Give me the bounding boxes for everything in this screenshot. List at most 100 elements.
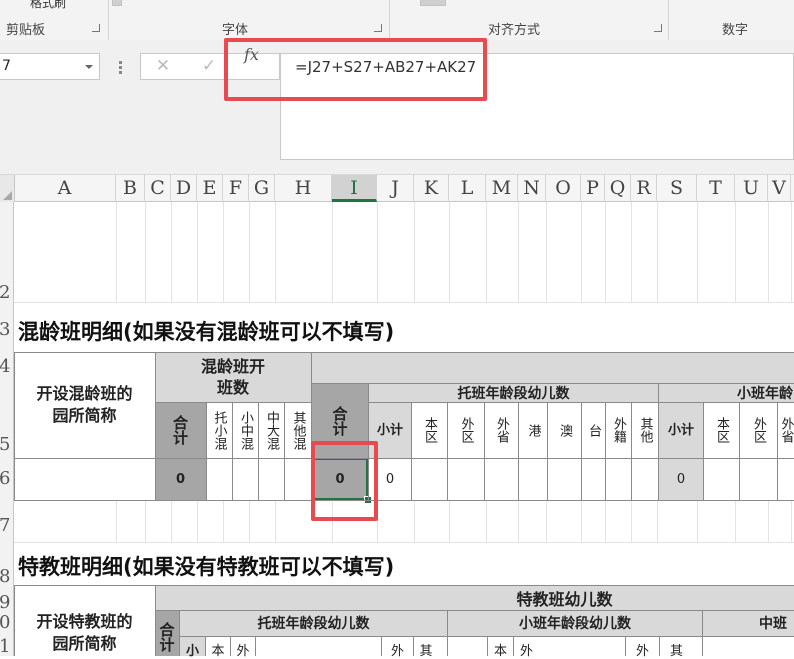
- grid-line: [703, 402, 704, 500]
- mixed-total-header[interactable]: 合计: [155, 402, 206, 458]
- column-header-h[interactable]: H: [275, 175, 332, 202]
- font-launcher-icon[interactable]: [374, 24, 382, 32]
- row-header-8[interactable]: 8: [0, 566, 10, 587]
- column-header-k[interactable]: K: [414, 175, 449, 202]
- column-header-b[interactable]: B: [116, 175, 145, 202]
- cancel-icon[interactable]: ✕: [151, 54, 175, 79]
- row-header-7[interactable]: 7: [0, 515, 10, 536]
- section2-tuoban-header[interactable]: 托班年龄段幼儿数: [180, 610, 447, 636]
- column-header-s[interactable]: S: [657, 175, 697, 202]
- column-header-j[interactable]: J: [377, 175, 414, 202]
- highlight-formula-box: [224, 38, 487, 101]
- row-header-5[interactable]: 5: [0, 434, 10, 455]
- xiaoban-group-header[interactable]: 小班年龄: [659, 383, 794, 402]
- column-header-r[interactable]: R: [631, 175, 657, 202]
- column-header-c[interactable]: C: [145, 175, 171, 202]
- tuoban-sub-header[interactable]: 其他: [632, 402, 658, 458]
- mixed-total-cell[interactable]: 0: [155, 458, 206, 500]
- alignment-launcher-icon[interactable]: [654, 24, 662, 32]
- column-header-m[interactable]: M: [486, 175, 518, 202]
- drag-handle-icon[interactable]: [119, 61, 122, 76]
- section2-sub-header[interactable]: 外: [382, 636, 413, 659]
- mixed-group-header[interactable]: 混龄班开班数: [155, 352, 311, 402]
- ribbon-button-fragment[interactable]: [112, 0, 122, 6]
- tuoban-sub-header[interactable]: 台: [582, 402, 605, 458]
- xiaoban-sub-header[interactable]: 外省: [778, 402, 794, 458]
- tuoban-sub-header[interactable]: 澳: [548, 402, 581, 458]
- section2-zhongban-header[interactable]: 中班: [703, 610, 794, 636]
- enter-icon[interactable]: ✓: [197, 54, 221, 79]
- tuoban-sub-header[interactable]: 外区: [448, 402, 484, 458]
- ribbon-button-fragment[interactable]: [420, 0, 446, 6]
- xiaoban-sub-header[interactable]: 小计: [659, 402, 703, 458]
- row-header-4[interactable]: 4: [0, 356, 10, 377]
- row-header-10[interactable]: 0: [0, 612, 10, 633]
- column-header-q[interactable]: Q: [605, 175, 631, 202]
- select-all-icon[interactable]: [0, 175, 15, 202]
- section2-sub-header[interactable]: 外: [514, 636, 539, 659]
- ribbon-separator: [389, 0, 390, 40]
- section2-sub-header[interactable]: 外: [626, 636, 659, 659]
- grid-line: [777, 402, 778, 500]
- xiaoban-subtotal-cell[interactable]: 0: [659, 458, 703, 500]
- mixed-sub-header[interactable]: 中大混: [259, 402, 284, 458]
- section2-total-header[interactable]: 合计: [155, 610, 179, 656]
- section2-sub-header[interactable]: 本: [206, 636, 230, 659]
- section2-sub-header[interactable]: 其: [660, 636, 693, 659]
- ribbon: 格式刷 剪贴板 字体 对齐方式 数字: [0, 0, 794, 41]
- row-header-3[interactable]: 3: [0, 319, 10, 340]
- column-header-n[interactable]: N: [518, 175, 546, 202]
- column-header-t[interactable]: T: [697, 175, 735, 202]
- column-header-p[interactable]: P: [581, 175, 605, 202]
- column-header-o[interactable]: O: [546, 175, 581, 202]
- name-box[interactable]: 7: [0, 53, 100, 80]
- column-header-i[interactable]: I: [332, 175, 377, 202]
- section2-sub-header[interactable]: 其: [414, 636, 438, 659]
- row-header-9[interactable]: 9: [0, 592, 10, 613]
- grid-line: [447, 402, 448, 500]
- mixed-sub-header[interactable]: 其他混: [285, 402, 311, 458]
- xiaoban-sub-header[interactable]: 本区: [704, 402, 739, 458]
- section1-header-left[interactable]: 开设混龄班的园所简称: [14, 352, 155, 458]
- clipboard-launcher-icon[interactable]: [92, 24, 100, 32]
- group-label-alignment: 对齐方式: [488, 23, 541, 38]
- mixed-sub-header[interactable]: 托小混: [206, 402, 232, 458]
- section2-sub-header[interactable]: 外: [231, 636, 255, 659]
- column-header-u[interactable]: U: [735, 175, 768, 202]
- tuoban-sub-header[interactable]: 外省: [485, 402, 518, 458]
- grid-line: [487, 636, 488, 656]
- group-label-font: 字体: [222, 23, 249, 38]
- mixed-sub-header[interactable]: 小中混: [233, 402, 258, 458]
- column-header-a[interactable]: A: [14, 175, 116, 202]
- column-header-f[interactable]: F: [223, 175, 249, 202]
- grid-line: [155, 352, 156, 500]
- column-header-d[interactable]: D: [171, 175, 197, 202]
- column-header-e[interactable]: E: [197, 175, 223, 202]
- row-header-2[interactable]: 2: [0, 282, 10, 303]
- grid-line: [605, 500, 606, 542]
- tuoban-group-header[interactable]: 托班年龄段幼儿数: [369, 383, 658, 402]
- format-painter-label[interactable]: 格式刷: [30, 0, 66, 11]
- section2-xiaoban-header[interactable]: 小班年龄段幼儿数: [448, 610, 702, 636]
- column-header-g[interactable]: G: [249, 175, 275, 202]
- grid-line: [232, 402, 233, 500]
- chevron-down-icon[interactable]: [85, 65, 93, 69]
- section2-sub-header[interactable]: 小: [180, 636, 205, 659]
- worksheet-grid[interactable]: 混龄班明细(如果没有混龄班可以不填写) 开设混龄班的园所简称 混龄班开班数 合计…: [14, 202, 794, 659]
- grid-line: [697, 500, 698, 542]
- tuoban-sub-header[interactable]: 外籍: [606, 402, 631, 458]
- xiaoban-sub-header[interactable]: 外区: [740, 402, 777, 458]
- grid-line: [449, 202, 450, 302]
- column-header-l[interactable]: L: [449, 175, 486, 202]
- row-header-11[interactable]: 1: [0, 636, 10, 657]
- grid-line: [255, 636, 256, 656]
- grid-line: [205, 636, 206, 656]
- section2-header-left[interactable]: 开设特教班的园所简称: [14, 585, 155, 656]
- section2-top-header[interactable]: 特教班幼儿数: [155, 585, 794, 610]
- row-header-6[interactable]: 6: [0, 468, 10, 489]
- tuoban-sub-header[interactable]: 本区: [412, 402, 447, 458]
- grid-line: [14, 352, 15, 500]
- column-header-v[interactable]: V: [768, 175, 791, 202]
- section2-sub-header[interactable]: 本: [488, 636, 513, 659]
- tuoban-sub-header[interactable]: 港: [519, 402, 547, 458]
